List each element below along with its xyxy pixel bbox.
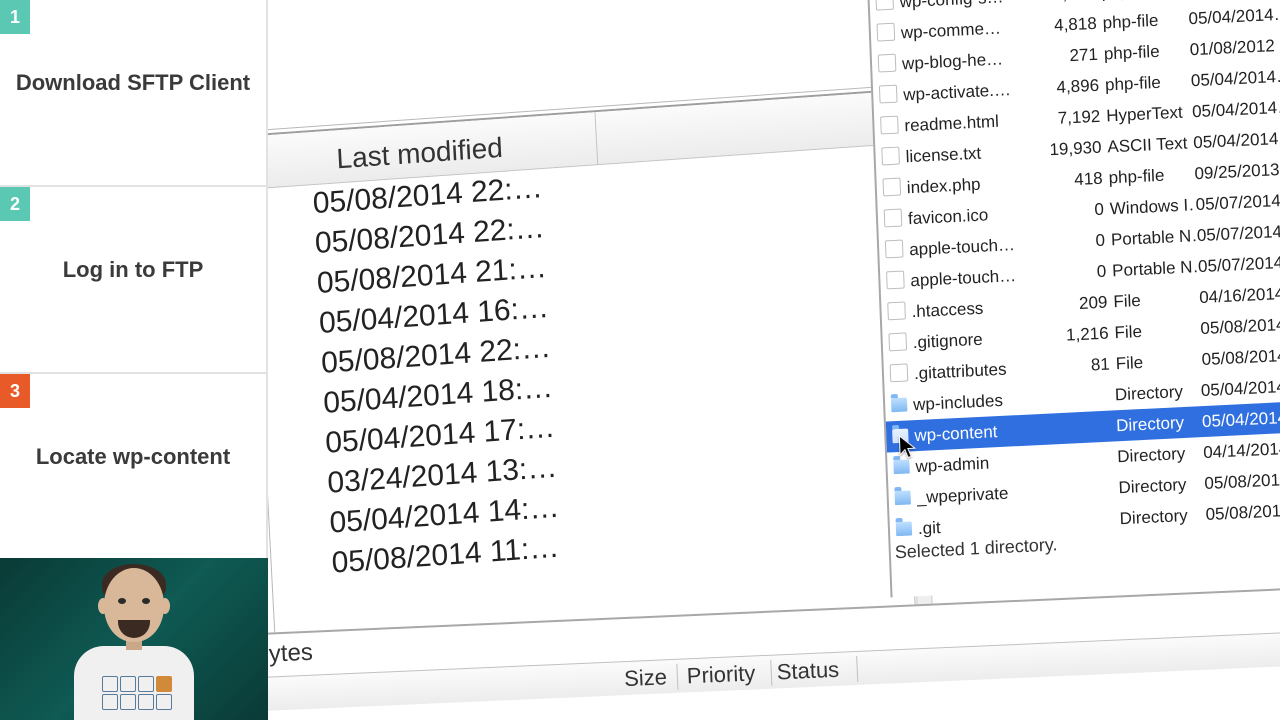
cell-date: 05/08/2014…: [1204, 463, 1280, 499]
cell-type: HyperText: [1106, 96, 1193, 131]
local-file-list[interactable]: Last modified 05/08/2014 22:…05/08/2014 …: [268, 90, 918, 697]
cell-date: 01/08/2012: [1189, 29, 1280, 65]
cell-date: 05/07/2014…: [1197, 246, 1280, 282]
step-2: 2 Log in to FTP: [0, 187, 268, 374]
cell-date: 05/08/2014…: [1200, 308, 1280, 344]
folder-icon: [893, 459, 910, 474]
cell-type: ASCII Text: [1107, 127, 1194, 162]
cell-date: 05/08/2014…: [1205, 494, 1280, 530]
cell-date: 04/16/2014…: [1199, 277, 1280, 313]
ftp-client-stage: Last modified 05/08/2014 22:…05/08/2014 …: [268, 0, 1280, 720]
cell-size: 0: [1045, 193, 1110, 227]
cell-size: 1,216: [1050, 317, 1115, 351]
step-1-label: Download SFTP Client: [0, 70, 266, 96]
cell-size: 7,192: [1042, 100, 1107, 134]
file-icon: [884, 209, 903, 228]
step-1-number: 1: [0, 0, 30, 34]
tutorial-step-sidebar: 1 Download SFTP Client 2 Log in to FTP 3…: [0, 0, 268, 720]
cell-type: Directory: [1118, 468, 1205, 503]
file-icon: [882, 178, 901, 197]
file-icon: [885, 240, 904, 259]
cell-size: 0: [1048, 255, 1113, 289]
cell-type: Directory: [1114, 375, 1201, 410]
file-icon: [888, 332, 907, 351]
file-icon: [875, 0, 894, 11]
presenter-webcam: [0, 558, 268, 720]
cell-type: File: [1113, 282, 1200, 317]
file-icon: [877, 23, 896, 42]
cell-size: 271: [1039, 39, 1104, 73]
column-size[interactable]: Size: [606, 664, 678, 693]
cell-type: php-file: [1103, 34, 1190, 69]
step-2-number: 2: [0, 187, 30, 221]
file-icon: [881, 147, 900, 166]
cell-date: 05/04/2014…: [1190, 60, 1280, 96]
file-icon: [890, 363, 909, 382]
cell-type: File: [1114, 313, 1201, 348]
cell-date: 05/07/2014…: [1195, 184, 1280, 220]
cell-type: Portable N…: [1110, 220, 1197, 255]
step-3-number: 3: [0, 374, 30, 408]
file-icon: [878, 54, 897, 73]
queue-bytes-label: bytes: [268, 639, 313, 669]
cell-date: 05/07/2014…: [1196, 215, 1280, 251]
file-icon: [887, 301, 906, 320]
step-2-label: Log in to FTP: [0, 257, 266, 283]
cell-date: 09/25/2013: [1194, 153, 1280, 189]
cell-size: 19,930: [1043, 131, 1108, 165]
cell-size: 0: [1046, 224, 1111, 258]
cell-type: Directory: [1119, 499, 1206, 534]
cell-size: 209: [1049, 286, 1114, 320]
cell-date: 05/04/2014…: [1188, 0, 1280, 34]
cursor-icon: [898, 434, 917, 461]
cell-size: 4,818: [1038, 8, 1103, 42]
cell-date: 05/04/2014…: [1193, 122, 1280, 158]
cell-size: 418: [1044, 162, 1109, 196]
file-icon: [879, 85, 898, 104]
step-1: 1 Download SFTP Client: [0, 0, 268, 187]
cell-type: Directory: [1116, 406, 1203, 441]
cell-size: 4,896: [1041, 69, 1106, 103]
folder-icon: [894, 490, 911, 505]
file-icon: [880, 116, 899, 135]
cell-type: Windows I…: [1109, 189, 1196, 224]
step-3-label: Locate wp-content: [0, 444, 266, 470]
cell-type: php-file: [1108, 158, 1195, 193]
cell-date: 04/14/2014…: [1203, 432, 1280, 468]
file-icon: [886, 270, 905, 289]
cell-type: File: [1115, 344, 1202, 379]
cell-type: php-file: [1102, 3, 1189, 38]
cell-size: 81: [1051, 348, 1116, 382]
cell-date: 05/08/2014…: [1201, 339, 1280, 375]
folder-icon: [891, 398, 908, 413]
cell-type: Portable N…: [1112, 251, 1199, 286]
cell-date: 05/04/2014…: [1201, 401, 1280, 437]
cell-type: Directory: [1117, 437, 1204, 472]
step-3: 3 Locate wp-content: [0, 374, 268, 561]
column-status[interactable]: Status: [776, 656, 858, 686]
folder-icon: [896, 521, 913, 536]
cell-type: php-file: [1104, 65, 1191, 100]
cell-date: 05/04/2014…: [1192, 91, 1280, 127]
remote-file-list[interactable]: Filesize Filetype Last modified P… wp-co…: [866, 0, 1280, 598]
cell-date: 05/04/2014…: [1200, 370, 1280, 406]
column-priority[interactable]: Priority: [686, 660, 772, 690]
presenter-figure: [74, 568, 194, 718]
